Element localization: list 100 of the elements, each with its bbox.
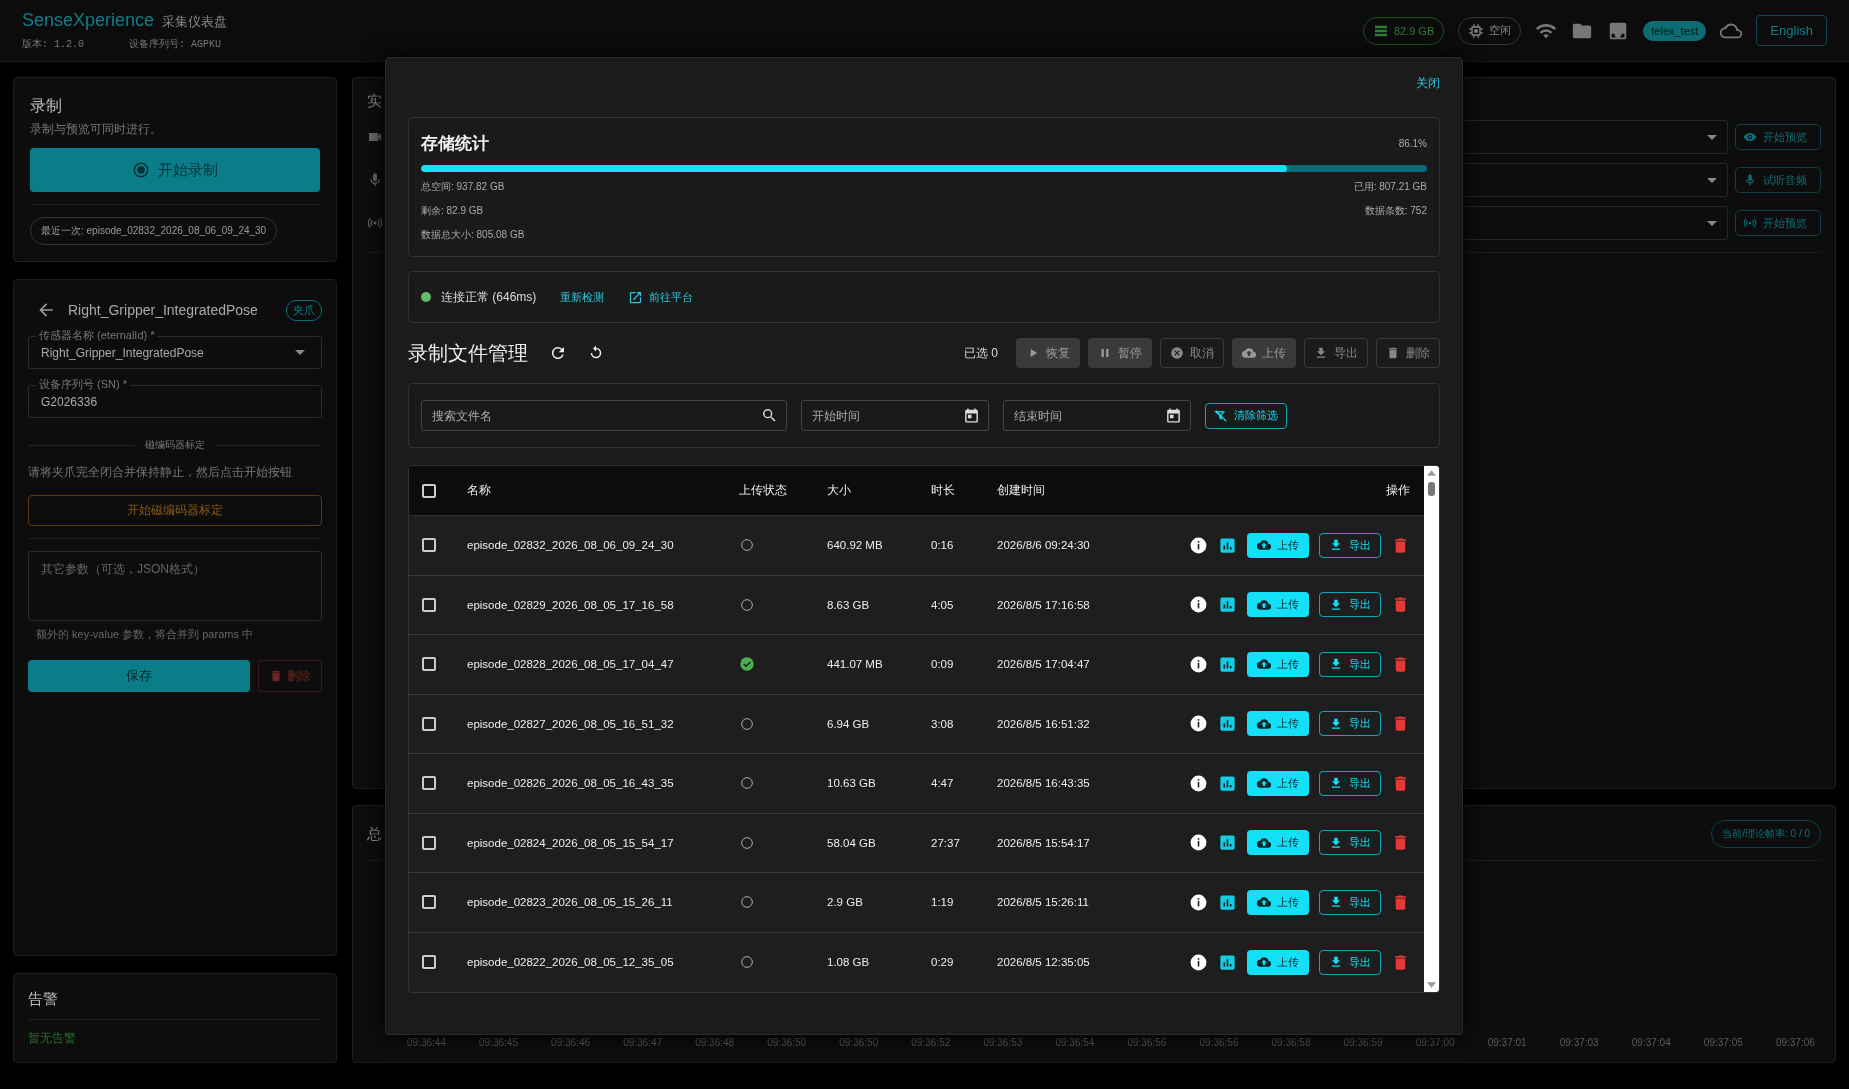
storage-title: 存储统计: [421, 133, 489, 155]
table-cell-text: 2.9 GB: [827, 896, 864, 909]
row-checkbox[interactable]: [422, 776, 436, 791]
language-button[interactable]: English: [1756, 15, 1827, 46]
table-cell-text: 640.92 MB: [827, 539, 884, 552]
upload-button[interactable]: 上传: [1247, 592, 1309, 618]
axis-label: 09:37:05: [1703, 1037, 1743, 1048]
info-button[interactable]: [1189, 833, 1208, 853]
table-cell-text: 2026/8/6 09:24:30: [997, 539, 1091, 552]
export-button[interactable]: 导出: [1319, 830, 1381, 856]
table-cell-text: episode_02822_2026_08_05_12_35_05: [467, 956, 675, 969]
row-checkbox[interactable]: [422, 716, 436, 731]
selected-count: 已选 0: [964, 344, 998, 362]
stats-button[interactable]: [1218, 535, 1237, 555]
microphone-icon: [1743, 173, 1757, 187]
app-subtitle: 采集仪表盘: [162, 13, 228, 31]
column-header: 大小: [827, 482, 852, 500]
info-button[interactable]: [1189, 773, 1208, 793]
info-button[interactable]: [1189, 714, 1208, 734]
row-checkbox[interactable]: [422, 835, 436, 850]
axis-label: 09:36:48: [695, 1037, 735, 1048]
caret-icon: [295, 350, 305, 355]
row-checkbox[interactable]: [422, 597, 436, 612]
export-button[interactable]: 导出: [1319, 770, 1381, 796]
stats-button[interactable]: [1218, 714, 1237, 734]
bar-chart-icon: [1218, 595, 1237, 615]
bar-chart-icon: [1218, 714, 1237, 734]
table-cell-text: 2026/8/5 15:54:17: [997, 836, 1091, 849]
scrollbar[interactable]: [1424, 466, 1439, 992]
row-checkbox[interactable]: [422, 657, 436, 672]
bar-chart-icon: [1218, 892, 1237, 912]
info-icon: [1189, 952, 1208, 972]
stats-button[interactable]: [1218, 654, 1237, 674]
info-button[interactable]: [1189, 595, 1208, 615]
bar-chart-icon: [1218, 773, 1237, 793]
stats-title: 总: [367, 824, 382, 844]
axis-label: 09:36:46: [551, 1037, 591, 1048]
row-checkbox[interactable]: [422, 955, 436, 970]
row-checkbox[interactable]: [422, 538, 436, 553]
table-cell-text: 441.07 MB: [827, 658, 884, 671]
row-checkbox[interactable]: [422, 895, 436, 910]
axis-label: 09:36:58: [1271, 1037, 1311, 1048]
table-cell-text: episode_02827_2026_08_05_16_51_32: [467, 717, 675, 730]
export-button[interactable]: 导出: [1319, 949, 1381, 975]
axis-label: 09:37:00: [1415, 1037, 1455, 1048]
download-icon: [1329, 776, 1343, 791]
field-label: 设备序列号 (SN) *: [36, 378, 130, 391]
table-cell-text: 4:47: [931, 777, 955, 790]
axis-label: 09:36:54: [1055, 1037, 1095, 1048]
stats-button[interactable]: [1218, 595, 1237, 615]
upload-button[interactable]: 上传: [1247, 830, 1309, 856]
used-space: 已用: 807.21 GB: [1353, 180, 1427, 194]
platform-link[interactable]: 前往平台: [628, 289, 694, 305]
table-cell-text: 2026/8/5 17:16:58: [997, 598, 1091, 611]
stats-button[interactable]: [1218, 952, 1237, 972]
app-title: SenseXperience: [22, 10, 155, 31]
sensor-title: Right_Gripper_IntegratedPose: [68, 302, 258, 318]
scrollbar-thumb[interactable]: [1428, 482, 1435, 496]
clear-filter-button[interactable]: 清除筛选: [1205, 402, 1287, 429]
cloud-upload-icon: [1257, 538, 1271, 553]
version-text: 版本: 1.2.0: [22, 38, 84, 51]
alarm-title: 告警: [28, 990, 59, 1009]
export-button[interactable]: 导出: [1319, 592, 1381, 618]
upload-button[interactable]: 上传: [1247, 532, 1309, 558]
download-icon: [1329, 657, 1343, 672]
info-button[interactable]: [1189, 654, 1208, 674]
params-field[interactable]: 其它参数（可选，JSON格式）: [28, 551, 322, 621]
axis-label: 09:36:50: [839, 1037, 879, 1048]
export-button[interactable]: 导出: [1319, 651, 1381, 677]
close-link[interactable]: 关闭: [1416, 75, 1440, 92]
record-icon: [132, 161, 150, 179]
export-button[interactable]: 导出: [1319, 711, 1381, 737]
stats-button[interactable]: [1218, 833, 1237, 853]
upload-button[interactable]: 上传: [1247, 770, 1309, 796]
select-all-checkbox[interactable]: [422, 483, 436, 498]
start-time-field[interactable]: 开始时间: [801, 400, 989, 431]
recording-hint: 录制与预览可同时进行。: [30, 121, 163, 138]
info-button[interactable]: [1189, 952, 1208, 972]
upload-button[interactable]: 上传: [1247, 711, 1309, 737]
chip-icon: [1468, 22, 1485, 39]
info-button[interactable]: [1189, 535, 1208, 555]
stats-button[interactable]: [1218, 892, 1237, 912]
info-icon: [1189, 773, 1208, 793]
table-cell-text: 0:16: [931, 539, 955, 552]
export-button[interactable]: 导出: [1319, 532, 1381, 558]
table-cell-text: episode_02832_2026_08_06_09_24_30: [467, 539, 675, 552]
trash-icon: [269, 669, 283, 683]
recheck-link[interactable]: 重新检测: [560, 289, 605, 305]
search-field[interactable]: 搜索文件名: [421, 400, 787, 431]
upload-button[interactable]: 上传: [1247, 949, 1309, 975]
table-cell-text: 1.08 GB: [827, 956, 871, 969]
cloud-upload-icon: [1257, 955, 1271, 970]
upload-button[interactable]: 上传: [1247, 889, 1309, 915]
export-button[interactable]: 导出: [1319, 889, 1381, 915]
upload-button[interactable]: 上传: [1247, 651, 1309, 677]
info-button[interactable]: [1189, 892, 1208, 912]
total-space: 总空间: 937.82 GB: [421, 180, 505, 194]
stats-button[interactable]: [1218, 773, 1237, 793]
axis-label: 09:36:50: [767, 1037, 807, 1048]
end-time-field[interactable]: 结束时间: [1003, 400, 1191, 431]
